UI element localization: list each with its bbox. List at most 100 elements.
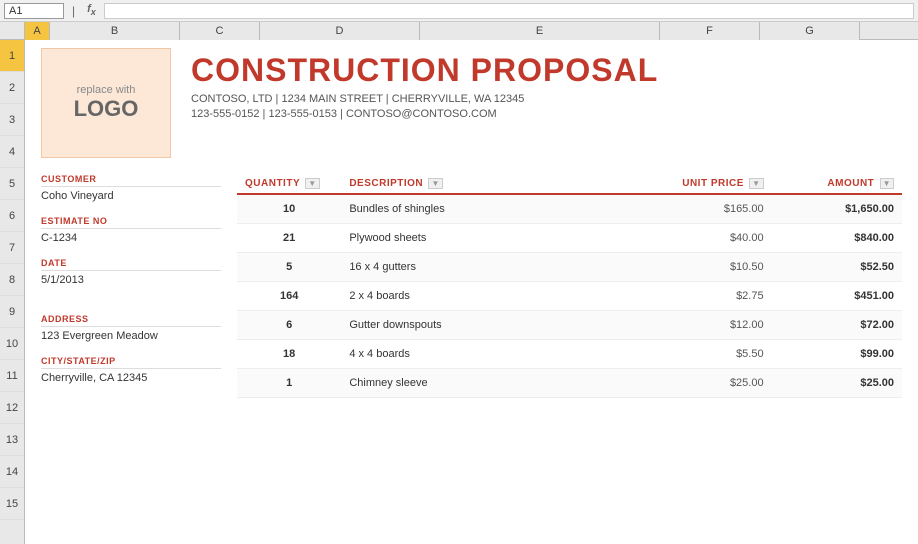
cell-amount: $52.50: [772, 253, 902, 282]
cell-amount: $72.00: [772, 311, 902, 340]
row-num-14[interactable]: 14: [0, 456, 24, 488]
column-headers: A B C D E F G: [0, 22, 918, 40]
address-label: ADDRESS: [41, 314, 221, 327]
table-row[interactable]: 164 2 x 4 boards $2.75 $451.00: [237, 282, 902, 311]
row-num-13[interactable]: 13: [0, 424, 24, 456]
logo-box: replace with LOGO: [41, 48, 171, 158]
company-info: CONSTRUCTION PROPOSAL CONTOSO, LTD | 123…: [191, 48, 658, 120]
sidebar-info: CUSTOMER Coho Vineyard ESTIMATE NO C-123…: [41, 174, 221, 398]
row-num-12[interactable]: 12: [0, 392, 24, 424]
cell-amount: $1,650.00: [772, 194, 902, 224]
customer-field: CUSTOMER Coho Vineyard: [41, 174, 221, 202]
table-row[interactable]: 6 Gutter downspouts $12.00 $72.00: [237, 311, 902, 340]
col-header-e[interactable]: E: [420, 22, 660, 40]
cell-price: $165.00: [628, 194, 771, 224]
cell-desc: Plywood sheets: [341, 224, 628, 253]
cell-desc: Bundles of shingles: [341, 194, 628, 224]
row-num-5[interactable]: 5: [0, 168, 24, 200]
logo-small-text: replace with: [77, 84, 136, 96]
cell-desc: Chimney sleeve: [341, 369, 628, 398]
cell-price: $2.75: [628, 282, 771, 311]
row-num-10[interactable]: 10: [0, 328, 24, 360]
table-row[interactable]: 5 16 x 4 gutters $10.50 $52.50: [237, 253, 902, 282]
cell-amount: $451.00: [772, 282, 902, 311]
col-header-a[interactable]: A: [25, 22, 50, 40]
formula-bar: A1 | fx: [0, 0, 918, 22]
th-unit-price: UNIT PRICE ▼: [628, 174, 771, 194]
amount-dropdown[interactable]: ▼: [880, 178, 894, 189]
cell-amount: $99.00: [772, 340, 902, 369]
proposal-title: CONSTRUCTION PROPOSAL: [191, 52, 658, 89]
cell-reference[interactable]: A1: [4, 3, 64, 19]
cell-desc: 4 x 4 boards: [341, 340, 628, 369]
proposal-area: replace with LOGO CONSTRUCTION PROPOSAL …: [25, 40, 918, 406]
cell-qty: 5: [237, 253, 341, 282]
table-row[interactable]: 1 Chimney sleeve $25.00 $25.00: [237, 369, 902, 398]
cell-qty: 1: [237, 369, 341, 398]
proposal-table: QUANTITY ▼ DESCRIPTION ▼ UNIT PRICE ▼: [237, 174, 902, 398]
header-section: replace with LOGO CONSTRUCTION PROPOSAL …: [41, 48, 902, 162]
th-quantity: QUANTITY ▼: [237, 174, 341, 194]
cell-price: $40.00: [628, 224, 771, 253]
date-label: DATE: [41, 258, 221, 271]
unitprice-dropdown[interactable]: ▼: [749, 178, 763, 189]
cell-desc: 16 x 4 gutters: [341, 253, 628, 282]
corner-cell: [0, 22, 25, 39]
address-value: 123 Evergreen Meadow: [41, 330, 221, 342]
col-header-b[interactable]: B: [50, 22, 180, 40]
citystatezip-label: CITY/STATE/ZIP: [41, 356, 221, 369]
cell-qty: 18: [237, 340, 341, 369]
row-num-15[interactable]: 15: [0, 488, 24, 520]
formula-sep: |: [68, 4, 79, 18]
cell-price: $25.00: [628, 369, 771, 398]
quantity-dropdown[interactable]: ▼: [305, 178, 319, 189]
formula-icon: fx: [83, 3, 100, 17]
cell-qty: 21: [237, 224, 341, 253]
col-header-d[interactable]: D: [260, 22, 420, 40]
th-description: DESCRIPTION ▼: [341, 174, 628, 194]
row-num-6[interactable]: 6: [0, 200, 24, 232]
th-amount: AMOUNT ▼: [772, 174, 902, 194]
cell-qty: 6: [237, 311, 341, 340]
formula-input[interactable]: [104, 3, 914, 19]
table-row[interactable]: 21 Plywood sheets $40.00 $840.00: [237, 224, 902, 253]
content-area: CUSTOMER Coho Vineyard ESTIMATE NO C-123…: [41, 174, 902, 398]
row-num-7[interactable]: 7: [0, 232, 24, 264]
cell-desc: Gutter downspouts: [341, 311, 628, 340]
row-numbers: 1 2 3 4 5 6 7 8 9 10 11 12 13 14 15: [0, 40, 25, 544]
col-header-c[interactable]: C: [180, 22, 260, 40]
description-dropdown[interactable]: ▼: [428, 178, 442, 189]
date-field: DATE 5/1/2013: [41, 258, 221, 286]
col-header-f[interactable]: F: [660, 22, 760, 40]
row-num-9[interactable]: 9: [0, 296, 24, 328]
cell-price: $5.50: [628, 340, 771, 369]
row-num-8[interactable]: 8: [0, 264, 24, 296]
cell-qty: 10: [237, 194, 341, 224]
col-header-g[interactable]: G: [760, 22, 860, 40]
cell-amount: $840.00: [772, 224, 902, 253]
cell-amount: $25.00: [772, 369, 902, 398]
cell-qty: 164: [237, 282, 341, 311]
estimate-label: ESTIMATE NO: [41, 216, 221, 229]
customer-value: Coho Vineyard: [41, 190, 221, 202]
cell-price: $10.50: [628, 253, 771, 282]
table-row[interactable]: 10 Bundles of shingles $165.00 $1,650.00: [237, 194, 902, 224]
citystatezip-value: Cherryville, CA 12345: [41, 372, 221, 384]
company-address: CONTOSO, LTD | 1234 MAIN STREET | CHERRY…: [191, 93, 658, 105]
estimate-field: ESTIMATE NO C-1234: [41, 216, 221, 244]
row-num-4[interactable]: 4: [0, 136, 24, 168]
company-contact: 123-555-0152 | 123-555-0153 | CONTOSO@CO…: [191, 108, 658, 120]
date-value: 5/1/2013: [41, 274, 221, 286]
sheet-content: replace with LOGO CONSTRUCTION PROPOSAL …: [25, 40, 918, 544]
row-num-2[interactable]: 2: [0, 72, 24, 104]
row-num-3[interactable]: 3: [0, 104, 24, 136]
row-num-11[interactable]: 11: [0, 360, 24, 392]
row-num-1[interactable]: 1: [0, 40, 24, 72]
address-field: ADDRESS 123 Evergreen Meadow: [41, 314, 221, 342]
estimate-value: C-1234: [41, 232, 221, 244]
table-row[interactable]: 18 4 x 4 boards $5.50 $99.00: [237, 340, 902, 369]
cell-desc: 2 x 4 boards: [341, 282, 628, 311]
grid-container: 1 2 3 4 5 6 7 8 9 10 11 12 13 14 15 repl…: [0, 40, 918, 544]
logo-big-text: LOGO: [74, 96, 139, 122]
cell-price: $12.00: [628, 311, 771, 340]
